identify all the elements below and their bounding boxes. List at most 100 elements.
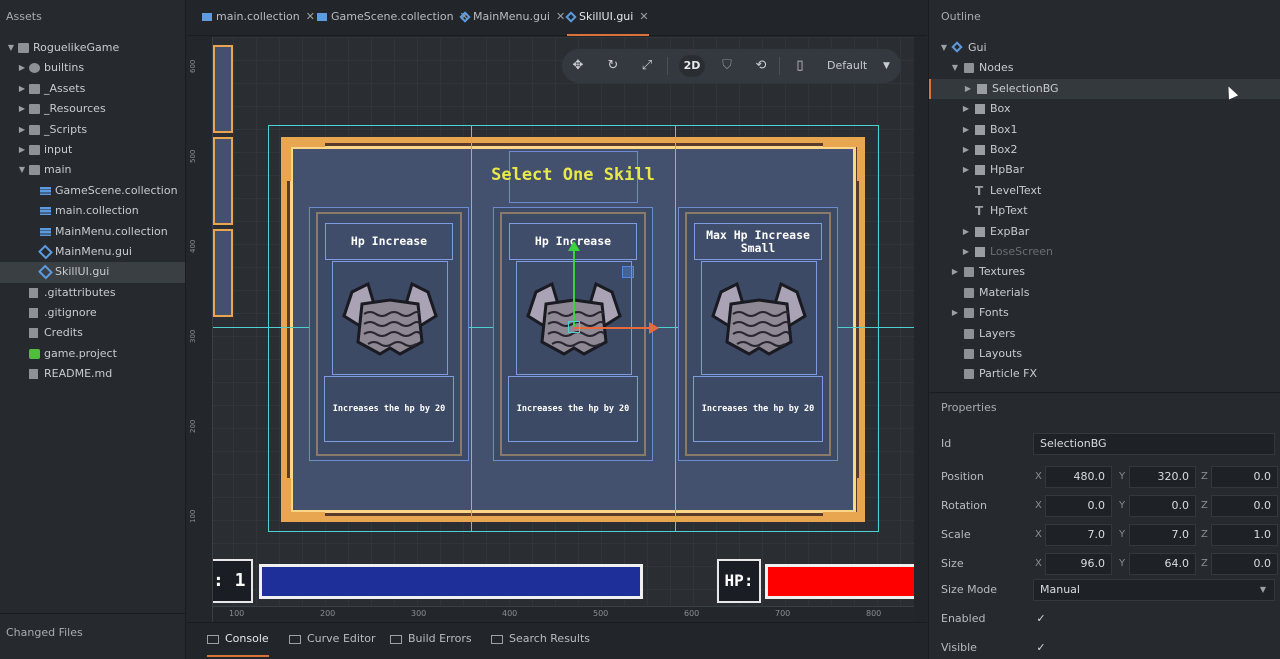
close-icon[interactable]: ✕ [556,10,565,23]
rotation-z-field[interactable]: 0.0 [1211,495,1278,517]
asset-item[interactable]: .gitignore [0,303,185,323]
chevron-right-icon[interactable]: ▶ [17,79,27,99]
skill-select-title[interactable]: Select One Skill [447,165,699,185]
tab-build-errors[interactable]: Build Errors [390,623,472,657]
scale-y-field[interactable]: 7.0 [1129,524,1196,546]
asset-item[interactable]: MainMenu.gui [0,242,185,262]
outline-item[interactable]: ▶ Fonts [929,303,1280,323]
asset-item[interactable]: README.md [0,364,185,384]
move-gizmo-x-axis[interactable] [574,327,650,329]
outline-item[interactable]: ▶ Box [929,99,1280,119]
tab-search-results[interactable]: Search Results [491,623,590,657]
tab-gamescene-collection[interactable]: GameScene.collection ✕ [317,0,469,36]
display-profile-icon[interactable]: ▯ [790,56,810,76]
layout-select[interactable]: Default [827,49,867,83]
outline-item[interactable]: Particle FX [929,364,1280,384]
outline-item[interactable]: ▶ Textures [929,262,1280,282]
outline-item[interactable]: T LevelText [929,181,1280,201]
asset-item[interactable]: SkillUI.gui [0,262,185,283]
chevron-right-icon[interactable]: ▶ [17,99,27,119]
scale-z-field[interactable]: 1.0 [1211,524,1278,546]
asset-item[interactable]: ▶ _Resources [0,99,185,119]
chevron-right-icon[interactable]: ▶ [961,140,971,160]
chevron-right-icon[interactable]: ▶ [950,303,960,323]
chevron-right-icon[interactable]: ▶ [961,160,971,180]
asset-item[interactable]: game.project [0,344,185,364]
outline-item[interactable]: Layouts [929,344,1280,364]
move-gizmo-x-arrow-icon[interactable] [649,322,659,334]
scene-viewport[interactable]: 600 500 400 300 200 100 Select One Skill Hp I… [187,37,914,622]
chevron-down-icon[interactable]: ▼ [17,160,27,180]
outline-item[interactable]: ▶ Box1 [929,120,1280,140]
asset-item[interactable]: ▶ _Assets [0,79,185,99]
close-icon[interactable]: ✕ [639,10,648,23]
outline-item[interactable]: ▶ LoseScreen [929,242,1280,262]
rotation-x-field[interactable]: 0.0 [1045,495,1112,517]
size-x-field[interactable]: 96.0 [1045,553,1112,575]
chevron-down-icon[interactable]: ▼ [6,38,16,58]
visible-checkbox[interactable]: ✓ [1034,641,1048,655]
position-y-field[interactable]: 320.0 [1129,466,1196,488]
visibility-filter-icon[interactable]: ⛉ [717,56,737,76]
tab-console[interactable]: Console [207,623,269,657]
enabled-checkbox[interactable]: ✓ [1034,612,1048,626]
chevron-right-icon[interactable]: ▶ [961,242,971,262]
camera-reset-icon[interactable]: ⟲ [751,56,771,76]
outline-item[interactable]: ▶ Box2 [929,140,1280,160]
chevron-right-icon[interactable]: ▶ [963,79,973,99]
asset-item[interactable]: GameScene.collection [0,181,185,201]
asset-item[interactable]: MainMenu.collection [0,222,185,242]
tab-curve-editor[interactable]: Curve Editor [289,623,376,657]
outline-item[interactable]: Materials [929,283,1280,303]
asset-item[interactable]: ▶ builtins [0,58,185,78]
asset-item[interactable]: ▶ input [0,140,185,160]
id-field[interactable]: SelectionBG [1033,433,1275,455]
chevron-right-icon[interactable]: ▶ [17,58,27,78]
chevron-right-icon[interactable]: ▶ [17,140,27,160]
asset-item[interactable]: ▼ RoguelikeGame [0,38,185,58]
outline-item[interactable]: Layers [929,324,1280,344]
outline-item[interactable]: ▶ HpBar [929,160,1280,180]
asset-item[interactable]: main.collection [0,201,185,221]
level-text-node[interactable]: : 1 [213,559,253,603]
skill-card[interactable]: Max Hp Increase Small Increases the hp by… [678,207,838,461]
chevron-right-icon[interactable]: ▶ [950,262,960,282]
mode-2d-button[interactable]: 2D [679,55,705,77]
move-gizmo-plane[interactable] [622,266,634,278]
move-gizmo-y-arrow-icon[interactable] [568,241,580,251]
chevron-right-icon[interactable]: ▶ [961,222,971,242]
move-tool-icon[interactable]: ✥ [568,56,588,76]
exp-bar-node[interactable] [259,564,643,599]
chevron-down-icon[interactable]: ▼ [883,49,890,83]
size-z-field[interactable]: 0.0 [1211,553,1278,575]
skill-card[interactable]: Hp Increase Increases the hp by 20 [309,207,469,461]
chevron-down-icon[interactable]: ▼ [939,38,949,58]
scale-x-field[interactable]: 7.0 [1045,524,1112,546]
chevron-right-icon[interactable]: ▶ [961,120,971,140]
tab-mainmenu-gui[interactable]: MainMenu.gui ✕ [459,0,565,36]
asset-item[interactable]: .gitattributes [0,283,185,303]
size-y-field[interactable]: 64.0 [1129,553,1196,575]
move-gizmo-center[interactable] [568,321,580,333]
changed-files-title[interactable]: Changed Files [0,613,186,659]
rotate-tool-icon[interactable]: ↻ [603,56,623,76]
asset-item[interactable]: Credits [0,323,185,343]
position-z-field[interactable]: 0.0 [1211,466,1278,488]
size-mode-select[interactable]: Manual ▼ [1033,579,1275,601]
position-x-field[interactable]: 480.0 [1045,466,1112,488]
scale-tool-icon[interactable]: ⤢ [637,56,657,76]
tab-main-collection[interactable]: main.collection ✕ [202,0,315,36]
hp-bar-node[interactable] [765,564,914,599]
chevron-right-icon[interactable]: ▶ [17,120,27,140]
move-gizmo-y-axis[interactable] [573,249,575,327]
close-icon[interactable]: ✕ [306,10,315,23]
outline-item[interactable]: T HpText [929,201,1280,221]
tab-skillui-gui[interactable]: SkillUI.gui ✕ [565,0,649,36]
asset-item[interactable]: ▶ _Scripts [0,120,185,140]
rotation-y-field[interactable]: 0.0 [1129,495,1196,517]
outline-item[interactable]: ▼ Nodes [929,58,1280,78]
chevron-down-icon[interactable]: ▼ [950,58,960,78]
chevron-right-icon[interactable]: ▶ [961,99,971,119]
outline-item[interactable]: ▶ ExpBar [929,222,1280,242]
hp-text-node[interactable]: HP: [717,559,761,603]
